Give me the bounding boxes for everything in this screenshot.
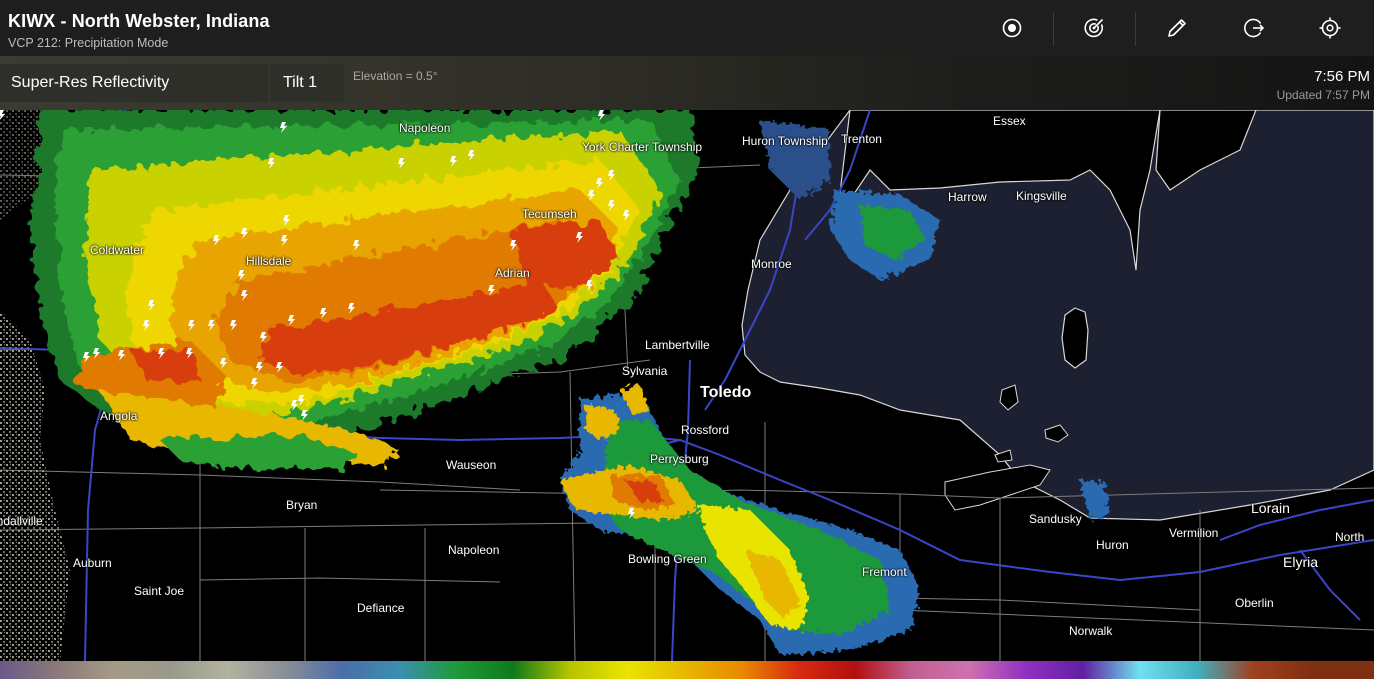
city-label: Monroe: [751, 257, 792, 271]
city-label: Perrysburg: [650, 452, 709, 466]
legend-swatch: [684, 661, 741, 679]
legend-swatch: [741, 661, 798, 679]
city-label: Adrian: [495, 266, 530, 280]
city-label: Bowling Green: [628, 552, 707, 566]
header-bar: KIWX - North Webster, Indiana VCP 212: P…: [0, 0, 1374, 56]
legend-swatch: [285, 661, 342, 679]
city-label: Fremont: [862, 565, 907, 579]
product-bar: Super-Res Reflectivity Tilt 1 Elevation …: [0, 56, 1374, 110]
city-label: Huron: [1096, 538, 1129, 552]
legend-swatch: [399, 661, 456, 679]
legend-swatch: [798, 661, 855, 679]
city-label: Rossford: [681, 423, 730, 437]
city-label: Harrow: [948, 190, 987, 204]
city-label: Napoleon: [399, 121, 451, 135]
legend-swatch: [1026, 661, 1083, 679]
city-label: Norwalk: [1069, 624, 1113, 638]
legend-swatch: [912, 661, 969, 679]
city-label: North: [1335, 530, 1365, 544]
pencil-icon: [1168, 19, 1186, 37]
city-label: Angola: [100, 409, 138, 423]
elevation-label: Elevation = 0.5°: [353, 69, 438, 83]
city-label: Vermilion: [1169, 526, 1219, 540]
legend-swatch: [1197, 661, 1254, 679]
updated-time: Updated 7:57 PM: [1276, 88, 1370, 102]
legend-swatch: [57, 661, 114, 679]
radar-sweep-button[interactable]: [1076, 10, 1112, 46]
radar-map-canvas: [0, 110, 1374, 661]
city-label: Napoleon: [448, 543, 500, 557]
legend-swatch: [1311, 661, 1374, 679]
city-label: Auburn: [73, 556, 112, 570]
radar-site-icon: [1002, 18, 1022, 38]
legend-swatch: [228, 661, 285, 679]
legend-swatch: [0, 661, 57, 679]
locate-button[interactable]: [1312, 10, 1348, 46]
city-label: Essex: [993, 114, 1026, 128]
city-label: Kendallville: [0, 514, 43, 528]
city-label: Wauseon: [446, 458, 497, 472]
crosshair-icon: [1319, 17, 1341, 39]
legend-swatch: [627, 661, 684, 679]
city-label: Oberlin: [1235, 596, 1274, 610]
city-label: Sandusky: [1029, 512, 1082, 526]
legend-swatch: [855, 661, 912, 679]
legend-swatch: [456, 661, 513, 679]
legend-swatch: [513, 661, 570, 679]
scan-time: 7:56 PM: [1314, 68, 1370, 85]
legend-swatch: [1083, 661, 1140, 679]
draw-button[interactable]: [1159, 10, 1195, 46]
legend-swatch: [1140, 661, 1197, 679]
tilt-selector[interactable]: Tilt 1: [270, 64, 344, 102]
toolbar-separator: [1135, 12, 1136, 46]
vcp-mode-subtitle: VCP 212: Precipitation Mode: [8, 36, 169, 50]
city-label: York Charter Township: [582, 140, 703, 154]
radar-map[interactable]: Napoleon York Charter Township Huron Tow…: [0, 110, 1374, 661]
exit-button[interactable]: [1236, 10, 1272, 46]
city-label: Kingsville: [1016, 189, 1067, 203]
city-label: Elyria: [1283, 554, 1319, 570]
city-label: Coldwater: [90, 243, 145, 257]
reflectivity-color-legend: [0, 661, 1374, 679]
city-label: Huron Township: [742, 134, 828, 148]
radar-sweep-icon: [1084, 18, 1104, 38]
product-selector[interactable]: Super-Res Reflectivity: [0, 64, 268, 102]
city-label: Lambertville: [645, 338, 710, 352]
legend-swatch: [114, 661, 171, 679]
city-label: Trenton: [841, 132, 882, 146]
radar-site-button[interactable]: [994, 10, 1030, 46]
city-label: Tecumseh: [522, 207, 577, 221]
lake-erie: [741, 110, 1374, 521]
toolbar-separator: [1053, 12, 1054, 46]
city-label: Lorain: [1251, 500, 1290, 516]
city-label: Toledo: [700, 384, 752, 401]
city-label: Hillsdale: [246, 254, 292, 268]
city-label: Sylvania: [622, 364, 668, 378]
city-label: Bryan: [286, 498, 318, 512]
legend-swatch: [1254, 661, 1311, 679]
station-title: KIWX - North Webster, Indiana: [8, 11, 270, 31]
legend-swatch: [969, 661, 1026, 679]
city-label: Saint Joe: [134, 584, 185, 598]
legend-swatch: [570, 661, 627, 679]
legend-swatch: [342, 661, 399, 679]
radar-app: KIWX - North Webster, Indiana VCP 212: P…: [0, 0, 1374, 679]
legend-swatch: [171, 661, 228, 679]
exit-circle-icon: [1244, 18, 1265, 38]
city-label: Defiance: [357, 601, 405, 615]
